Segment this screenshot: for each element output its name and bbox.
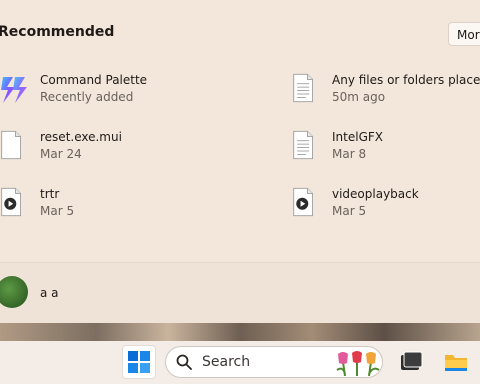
recommended-item-any-files[interactable]: Any files or folders placed in 50m ago xyxy=(292,71,480,111)
recommended-item-date: Mar 5 xyxy=(40,204,75,218)
recommended-item-intelgfx[interactable]: IntelGFX Mar 8 xyxy=(292,128,480,168)
recommended-title: Recommended xyxy=(0,24,115,40)
recommended-item-name: IntelGFX xyxy=(332,130,383,144)
document-icon xyxy=(293,130,313,160)
start-menu-panel: Recommended More Command Palette Recentl… xyxy=(0,0,480,323)
recommended-item-name: reset.exe.mui xyxy=(40,130,122,144)
file-icon xyxy=(1,130,21,160)
recommended-item-reset-exe-mui[interactable]: reset.exe.mui Mar 24 xyxy=(0,128,200,168)
video-file-icon xyxy=(293,187,313,217)
recommended-item-date: Mar 8 xyxy=(332,147,367,161)
document-icon xyxy=(293,73,313,103)
more-button[interactable]: More xyxy=(448,22,480,46)
recommended-item-date: 50m ago xyxy=(332,90,386,104)
recommended-item-trtr[interactable]: trtr Mar 5 xyxy=(0,185,200,225)
recommended-item-name: Any files or folders placed in xyxy=(332,73,480,87)
tulips-icon xyxy=(336,351,380,376)
file-explorer-icon[interactable] xyxy=(444,351,468,373)
user-name[interactable]: a a xyxy=(40,286,59,300)
recommended-item-name: videoplayback xyxy=(332,187,419,201)
video-file-icon xyxy=(1,187,21,217)
command-palette-icon xyxy=(1,77,27,103)
desktop-wallpaper xyxy=(0,323,480,341)
recommended-item-date: Recently added xyxy=(40,90,134,104)
search-icon xyxy=(176,354,192,370)
recommended-item-date: Mar 24 xyxy=(40,147,82,161)
recommended-item-videoplayback[interactable]: videoplayback Mar 5 xyxy=(292,185,480,225)
recommended-item-date: Mar 5 xyxy=(332,204,367,218)
start-menu-footer xyxy=(0,263,480,323)
start-button[interactable] xyxy=(122,345,156,379)
search-label: Search xyxy=(202,354,251,370)
windows-start-icon xyxy=(128,351,150,373)
recommended-item-name: Command Palette xyxy=(40,73,148,87)
recommended-item-command-palette[interactable]: Command Palette Recently added xyxy=(0,71,200,111)
terminal-icon[interactable] xyxy=(399,351,423,373)
recommended-item-name: trtr xyxy=(40,187,60,201)
